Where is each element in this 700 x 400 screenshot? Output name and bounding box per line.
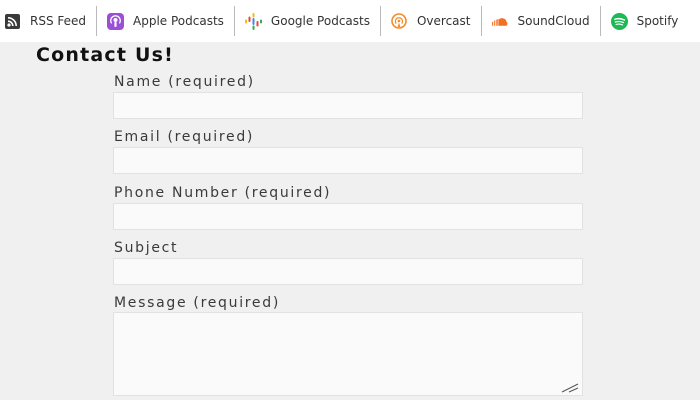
apple-podcasts-label: Apple Podcasts [133, 14, 224, 28]
spotify-icon [610, 12, 628, 30]
message-label: Message (required) [114, 295, 280, 311]
spotify-label: Spotify [636, 14, 679, 28]
apple-podcasts-icon [107, 12, 125, 30]
subject-input[interactable] [113, 258, 583, 285]
soundcloud-icon [491, 13, 509, 30]
apple-podcasts-link[interactable]: Apple Podcasts [97, 0, 234, 42]
name-input[interactable] [113, 92, 583, 119]
textarea-resize-handle[interactable] [560, 380, 580, 394]
phone-label: Phone Number (required) [114, 185, 332, 201]
google-podcasts-link[interactable]: Google Podcasts [235, 0, 380, 42]
phone-input[interactable] [113, 203, 583, 230]
subject-label: Subject [114, 240, 179, 256]
overcast-label: Overcast [416, 14, 471, 28]
podcast-subscribe-bar: RSS Feed Apple Podcasts Google Podcasts … [0, 0, 700, 42]
soundcloud-label: SoundCloud [517, 14, 590, 28]
google-podcasts-label: Google Podcasts [270, 14, 370, 28]
message-textarea[interactable] [113, 312, 583, 396]
soundcloud-link[interactable]: SoundCloud [482, 0, 600, 42]
rss-feed-label: RSS Feed [30, 14, 87, 28]
email-input[interactable] [113, 147, 583, 174]
rss-feed-link[interactable]: RSS Feed [0, 0, 96, 42]
email-label: Email (required) [114, 129, 255, 145]
google-podcasts-icon [244, 12, 262, 30]
name-label: Name (required) [114, 74, 255, 90]
overcast-link[interactable]: Overcast [381, 0, 481, 42]
overcast-icon [391, 13, 408, 30]
contact-page: RSS Feed Apple Podcasts Google Podcasts … [0, 0, 700, 400]
rss-icon [4, 13, 21, 30]
form-title: Contact Us! [36, 44, 174, 66]
spotify-link[interactable]: Spotify [601, 0, 689, 42]
